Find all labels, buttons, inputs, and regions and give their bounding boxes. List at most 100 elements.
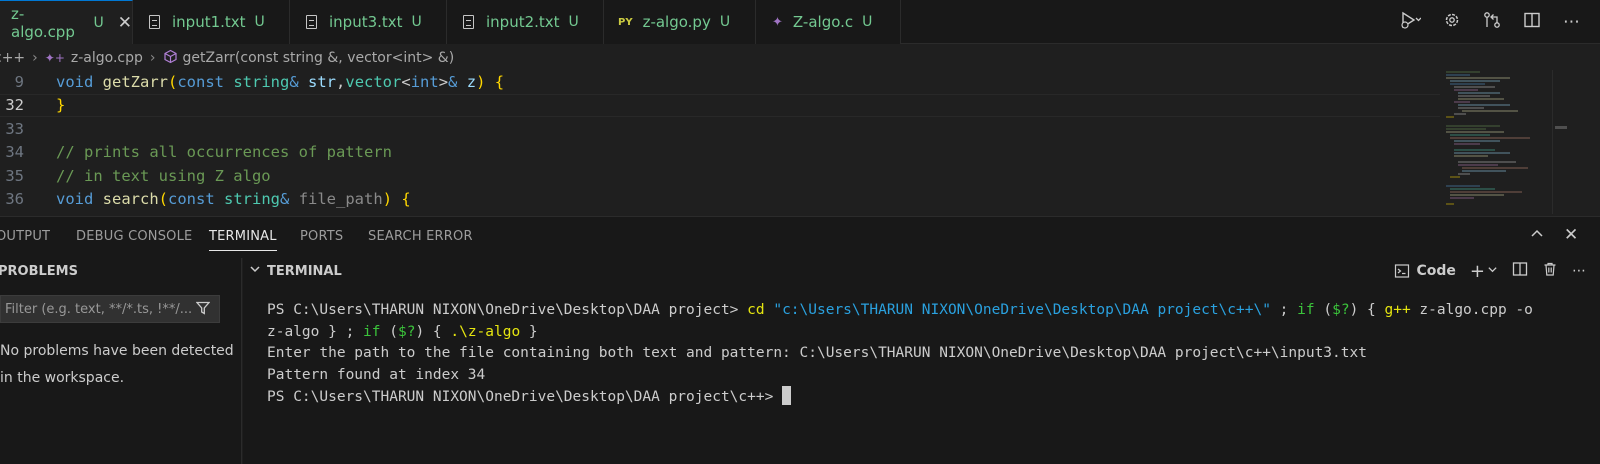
terminal-text: Pattern found at index 34 bbox=[267, 366, 486, 383]
trash-icon[interactable] bbox=[1542, 261, 1558, 281]
tab-input3-txt[interactable]: input3.txt U bbox=[290, 0, 447, 44]
new-terminal-icon[interactable]: + bbox=[1470, 261, 1485, 282]
terminal-view[interactable]: TERMINAL Code + ⋯ PS C:\Users\THARUN NIX… bbox=[243, 258, 1600, 464]
terminal-text: $? bbox=[397, 323, 416, 340]
chevron-down-icon[interactable] bbox=[1487, 263, 1498, 279]
code-token: ) bbox=[476, 72, 486, 91]
terminal-text: } bbox=[520, 323, 538, 340]
terminal-text: PS C:\Users\THARUN NIXON\OneDrive\Deskto… bbox=[267, 302, 748, 318]
split-terminal-icon[interactable] bbox=[1512, 261, 1528, 281]
no-problems-message: No problems have been detected in the wo… bbox=[0, 343, 234, 386]
code-line[interactable]: 33 bbox=[0, 117, 1440, 140]
terminal-profile[interactable]: Code bbox=[1394, 263, 1456, 279]
code-editor[interactable]: 9 void getZarr(const string& str,vector<i… bbox=[0, 70, 1600, 214]
problems-title: PROBLEMS bbox=[0, 263, 78, 279]
tab-ports[interactable]: PORTS bbox=[300, 229, 343, 244]
minimap[interactable] bbox=[1440, 70, 1552, 214]
settings-gear-icon[interactable] bbox=[1443, 11, 1461, 34]
code-token: { bbox=[494, 72, 505, 91]
breadcrumb-symbol[interactable]: getZarr(const string &, vector<int> &) bbox=[183, 50, 455, 66]
editor-scrollbar[interactable] bbox=[1552, 70, 1567, 214]
tab-input1-txt[interactable]: input1.txt U bbox=[133, 0, 290, 44]
terminal-cursor bbox=[782, 386, 792, 405]
tab-label: input3.txt bbox=[329, 13, 403, 31]
python-file-icon: PY bbox=[618, 16, 633, 28]
cpp-file-icon: ✦+ bbox=[44, 51, 65, 65]
chevron-right-icon: › bbox=[32, 50, 38, 66]
code-token: file_path bbox=[298, 190, 383, 208]
terminal-text: if bbox=[363, 323, 390, 340]
untracked-badge: U bbox=[93, 14, 104, 31]
terminal-line: PS C:\Users\THARUN NIXON\OneDrive\Deskto… bbox=[267, 386, 1577, 409]
tab-z-algo-c[interactable]: ✦ Z-algo.c U bbox=[756, 0, 901, 44]
code-line[interactable]: 34 // prints all occurrences of pattern bbox=[0, 141, 1440, 164]
terminal-text: z-algo } ; bbox=[267, 323, 364, 340]
more-actions-icon[interactable]: ⋯ bbox=[1572, 263, 1586, 279]
tab-z-algo-cpp[interactable]: z-algo.cpp U ✕ bbox=[0, 0, 133, 44]
terminal-output[interactable]: PS C:\Users\THARUN NIXON\OneDrive\Deskto… bbox=[267, 300, 1577, 409]
tab-terminal[interactable]: TERMINAL bbox=[209, 229, 277, 251]
tab-z-algo-py[interactable]: PY z-algo.py U bbox=[604, 0, 756, 44]
line-number: 36 bbox=[5, 190, 24, 208]
code-token: & bbox=[280, 190, 299, 208]
line-number: 33 bbox=[5, 119, 24, 138]
filter-placeholder: Filter (e.g. text, **/*.ts, !**/... bbox=[5, 301, 193, 317]
text-file-icon bbox=[149, 15, 160, 29]
scrollbar-thumb[interactable] bbox=[1555, 126, 1567, 129]
code-text: void search(const string& file_path) { bbox=[56, 190, 411, 208]
untracked-badge: U bbox=[411, 14, 422, 30]
breadcrumb-file[interactable]: z-algo.cpp bbox=[71, 50, 143, 66]
terminal-text: cd bbox=[747, 302, 774, 318]
code-line[interactable]: 32} bbox=[0, 93, 1440, 117]
tab-output[interactable]: OUTPUT bbox=[0, 229, 50, 244]
untracked-badge: U bbox=[254, 14, 265, 30]
maximize-panel-icon[interactable] bbox=[1530, 225, 1544, 245]
code-token: { bbox=[401, 190, 411, 208]
chevron-down-icon[interactable] bbox=[249, 263, 261, 279]
source-control-compare-icon[interactable] bbox=[1483, 11, 1501, 34]
close-panel-icon[interactable]: ✕ bbox=[1564, 225, 1578, 245]
code-line[interactable]: 36 void search(const string& file_path) { bbox=[0, 188, 1440, 211]
code-token: // in text using Z algo bbox=[56, 166, 271, 185]
code-token: ( bbox=[168, 72, 178, 91]
problems-filter-input[interactable]: Filter (e.g. text, **/*.ts, !**/... bbox=[0, 295, 220, 323]
close-tab-icon[interactable]: ✕ bbox=[118, 13, 132, 33]
code-token: < bbox=[401, 72, 411, 91]
editor-tab-bar: z-algo.cpp U ✕ input1.txt U input3.txt U… bbox=[0, 0, 1600, 44]
code-token: str bbox=[308, 72, 337, 91]
chevron-right-icon: › bbox=[149, 50, 156, 66]
split-editor-icon[interactable] bbox=[1523, 11, 1541, 34]
code-line[interactable]: 35 // in text using Z algo bbox=[0, 164, 1440, 187]
tab-debug-console[interactable]: DEBUG CONSOLE bbox=[76, 229, 192, 244]
terminal-line: PS C:\Users\THARUN NIXON\OneDrive\Deskto… bbox=[267, 300, 1577, 322]
terminal-text: ( bbox=[389, 323, 398, 340]
code-token: void bbox=[56, 190, 103, 208]
text-file-icon bbox=[306, 15, 317, 29]
code-text: void getZarr(const string& str,vector<in… bbox=[56, 73, 504, 91]
code-token: & bbox=[289, 72, 309, 91]
code-line[interactable]: 9 void getZarr(const string& str,vector<i… bbox=[0, 70, 1440, 93]
tab-input2-txt[interactable]: input2.txt U bbox=[447, 0, 604, 44]
terminal-text: ; bbox=[1270, 302, 1298, 318]
terminal-text: if bbox=[1297, 302, 1324, 318]
terminal-title: TERMINAL bbox=[267, 263, 342, 279]
terminal-icon bbox=[1395, 264, 1410, 278]
more-actions-icon[interactable]: ⋯ bbox=[1563, 12, 1580, 32]
code-token: } bbox=[56, 96, 66, 114]
code-token: ) bbox=[382, 190, 393, 208]
filter-funnel-icon[interactable] bbox=[196, 301, 210, 315]
line-number: 9 bbox=[14, 72, 24, 91]
run-debug-icon[interactable] bbox=[1399, 11, 1422, 34]
breadcrumb-folder[interactable]: c++ bbox=[0, 50, 25, 66]
untracked-badge: U bbox=[862, 14, 873, 30]
problems-header[interactable]: PROBLEMS bbox=[0, 258, 242, 284]
tab-search-error[interactable]: SEARCH ERROR bbox=[368, 229, 473, 244]
tab-label: input2.txt bbox=[486, 13, 560, 31]
method-cube-icon bbox=[163, 49, 178, 68]
c-file-icon: ✦ bbox=[772, 14, 783, 30]
terminal-line: Pattern found at index 34 bbox=[267, 365, 1577, 387]
code-token: > bbox=[438, 72, 449, 91]
code-token: const bbox=[168, 190, 225, 208]
code-token: int bbox=[410, 72, 439, 91]
